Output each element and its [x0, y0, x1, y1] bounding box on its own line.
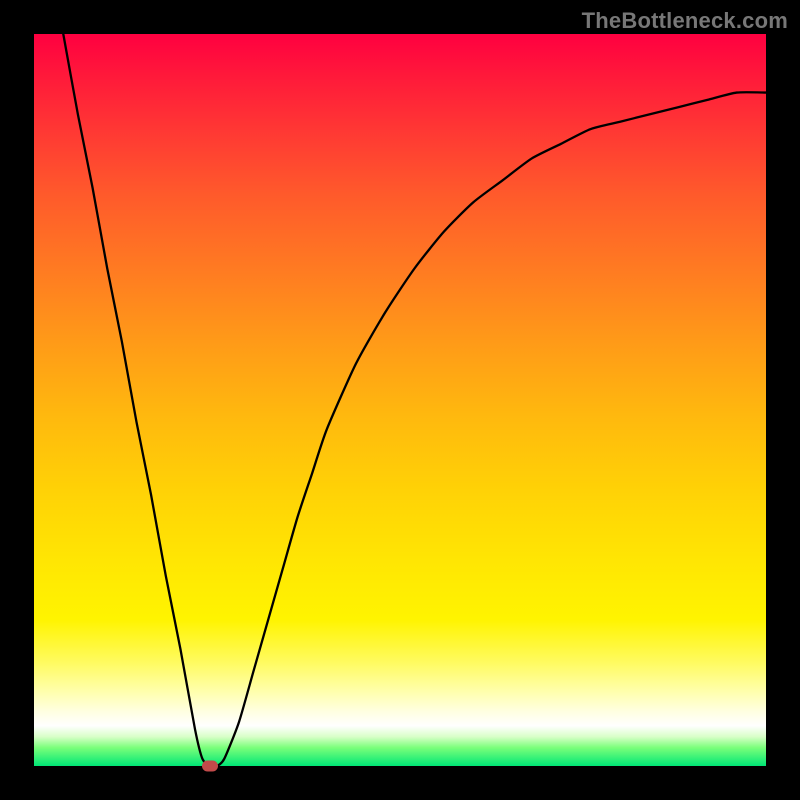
watermark-text: TheBottleneck.com [582, 8, 788, 34]
chart-plot-area [34, 34, 766, 766]
minimum-marker [202, 761, 218, 772]
chart-frame: TheBottleneck.com [0, 0, 800, 800]
curve-path [63, 34, 766, 767]
bottleneck-curve [34, 34, 766, 766]
